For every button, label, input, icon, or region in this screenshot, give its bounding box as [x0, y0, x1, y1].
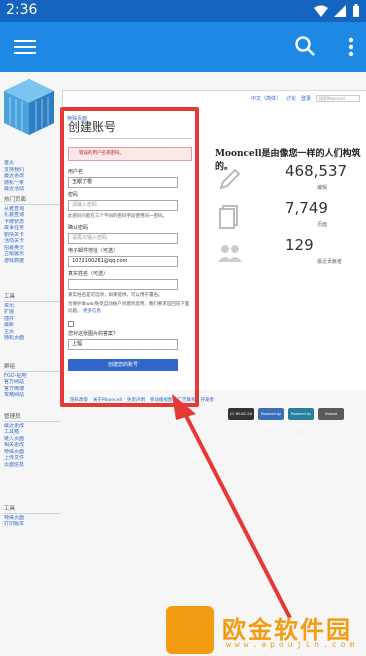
- stat-value: 7,749: [285, 199, 328, 217]
- sidebar-group-heading: 群组: [4, 364, 60, 372]
- sidebar-group-community: 群组 FGO-贴吧 官方网站 官方微博 攻略网站: [4, 364, 60, 399]
- sidebar-group-admin: 管理员 最近更改 工具箱 链入页面 相关更改 特殊页面 上传文件 页面信息: [4, 414, 60, 468]
- watermark-logo: [166, 606, 214, 654]
- hosted-badge[interactable]: Hosted: [318, 408, 344, 420]
- users-icon: [218, 245, 242, 262]
- sidebar-group-heading: 管理员: [4, 414, 60, 422]
- signal-icon: [334, 4, 346, 17]
- stat-caption: 最近贡献者: [317, 259, 343, 265]
- login-link[interactable]: 登录: [301, 95, 311, 102]
- stat-contributors: 129 最近贡献者: [215, 236, 361, 276]
- sidebar-item[interactable]: 攻略网站: [4, 392, 60, 399]
- watermark: 欧金软件园 www.apoujin.com: [166, 606, 360, 654]
- talk-link[interactable]: 讨论: [286, 95, 296, 102]
- sidebar-group-heading: 热门页面: [4, 197, 60, 205]
- footer-badges: CC BY-NC-SA Powered by MediaWiki Powered…: [228, 408, 344, 440]
- stat-edits: 468,537 编辑: [215, 162, 361, 202]
- menu-icon[interactable]: [14, 36, 36, 58]
- sidebar-item[interactable]: 随机页面: [4, 335, 60, 342]
- sidebar-item[interactable]: 页面信息: [4, 462, 60, 469]
- sidebar-group-popular: 热门页面 从者查询 礼装查询 卡牌状态 故事任务 剧情关卡 活动关卡 招募英灵 …: [4, 197, 60, 264]
- wifi-icon: [314, 5, 328, 17]
- footer-link[interactable]: 开发者: [200, 397, 214, 403]
- top-links: 中文（简体） 讨论 登录 搜索Mooncell: [251, 95, 360, 102]
- watermark-url: www.apoujin.com: [226, 640, 359, 649]
- battery-icon: [353, 4, 359, 17]
- highlight-box: [60, 107, 199, 407]
- status-bar: 2:36: [0, 0, 366, 22]
- sidebar-group-heading: 工具: [4, 506, 60, 514]
- sidebar-group-print: 工具 特殊页面 打印版本: [4, 506, 60, 528]
- app-bar: [0, 22, 366, 72]
- sidebar-item[interactable]: 打印版本: [4, 521, 60, 528]
- status-icons: [314, 4, 360, 17]
- more-vert-icon[interactable]: [348, 36, 354, 58]
- stat-pages: 7,749 页面: [215, 199, 361, 239]
- site-logo: [4, 79, 54, 135]
- sidebar-group-heading: 工具: [4, 294, 60, 302]
- sidebar-group-main: 首页 支持我们 最近更改 随机一条 最近活动: [4, 160, 60, 193]
- search-icon[interactable]: [294, 35, 316, 57]
- smw-badge[interactable]: Powered by Semantic MediaWiki: [288, 408, 314, 440]
- sidebar-item[interactable]: 游戏数据: [4, 258, 60, 265]
- license-badge[interactable]: CC BY-NC-SA: [228, 408, 254, 420]
- wiki-search-input[interactable]: 搜索Mooncell: [316, 95, 360, 102]
- pencil-icon: [219, 168, 241, 190]
- stat-caption: 编辑: [317, 185, 328, 191]
- sidebar: 首页 支持我们 最近更改 随机一条 最近活动 热门页面 从者查询 礼装查询 卡牌…: [0, 72, 62, 656]
- user-language-link[interactable]: 中文（简体）: [251, 95, 281, 102]
- status-time: 2:36: [6, 2, 38, 18]
- stat-value: 468,537: [285, 162, 348, 180]
- stat-value: 129: [285, 236, 314, 254]
- pages-icon: [219, 205, 238, 229]
- sidebar-item[interactable]: 最近活动: [4, 186, 60, 193]
- stat-caption: 页面: [317, 222, 328, 228]
- sidebar-group-tools: 工具 资讯 扩展 插件 最新 主页 随机页面: [4, 294, 60, 342]
- mediawiki-badge[interactable]: Powered by MediaWiki: [258, 408, 284, 428]
